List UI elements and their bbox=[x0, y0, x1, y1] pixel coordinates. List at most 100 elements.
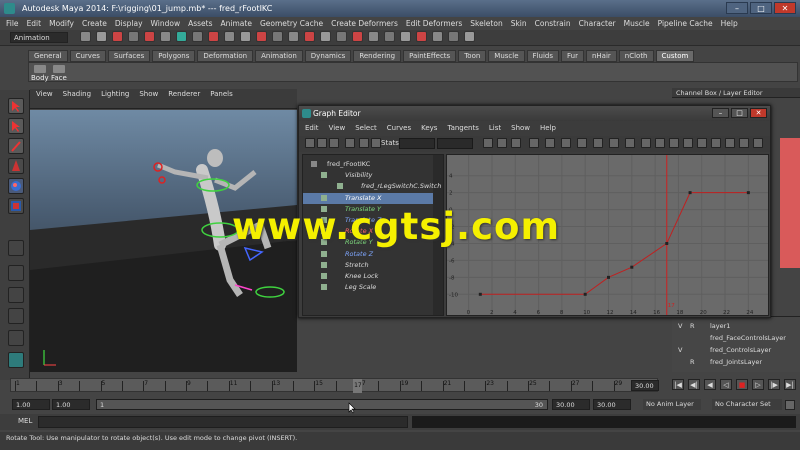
status-tool-19-icon[interactable] bbox=[368, 31, 379, 42]
menu-edit-deformers[interactable]: Edit Deformers bbox=[406, 19, 462, 30]
ge-tool-12-icon[interactable] bbox=[561, 138, 571, 148]
ge-menu-tangents[interactable]: Tangents bbox=[447, 124, 478, 132]
ge-tool-10-icon[interactable] bbox=[529, 138, 539, 148]
ge-tool-5-icon[interactable] bbox=[359, 138, 369, 148]
ge-tool-14-icon[interactable] bbox=[593, 138, 603, 148]
menu-assets[interactable]: Assets bbox=[188, 19, 212, 30]
shelf-tab-surfaces[interactable]: Surfaces bbox=[107, 50, 151, 62]
start-time-field[interactable]: 1.00 bbox=[12, 399, 50, 410]
keyframe-point[interactable] bbox=[478, 292, 482, 296]
keyframe-point[interactable] bbox=[688, 191, 692, 195]
graph-editor-titlebar[interactable]: Graph Editor – □ ✕ bbox=[299, 106, 770, 121]
ge-tool-2-icon[interactable] bbox=[317, 138, 327, 148]
outliner-item[interactable]: Visibility bbox=[303, 170, 433, 181]
status-tool-4-icon[interactable] bbox=[128, 31, 139, 42]
shelf-item-face[interactable]: Face bbox=[51, 65, 67, 82]
layer-row[interactable]: Vfred_ControlsLayer bbox=[672, 345, 800, 356]
viewport-menu-shading[interactable]: Shading bbox=[63, 90, 91, 98]
shelf-tab-custom[interactable]: Custom bbox=[655, 50, 695, 62]
layout-graph-icon[interactable] bbox=[8, 352, 24, 368]
keyframe-point[interactable] bbox=[746, 191, 750, 195]
outliner-item[interactable]: fred_rLegSwitchC.Switch bbox=[303, 181, 441, 192]
menu-display[interactable]: Display bbox=[115, 19, 143, 30]
status-tool-16-icon[interactable] bbox=[320, 31, 331, 42]
status-tool-3-icon[interactable] bbox=[112, 31, 123, 42]
ge-tool-6-icon[interactable] bbox=[371, 138, 381, 148]
layer-row[interactable]: Rfred_JointsLayer bbox=[672, 357, 800, 368]
menu-edit[interactable]: Edit bbox=[27, 19, 42, 30]
go-end-button[interactable]: ▶| bbox=[784, 379, 796, 390]
shelf-tab-fur[interactable]: Fur bbox=[560, 50, 584, 62]
ge-tool-15-icon[interactable] bbox=[609, 138, 619, 148]
menu-skeleton[interactable]: Skeleton bbox=[470, 19, 502, 30]
scale-tool-icon[interactable] bbox=[8, 198, 24, 214]
rotate-tool-icon[interactable] bbox=[8, 178, 24, 194]
viewport-menu-show[interactable]: Show bbox=[139, 90, 158, 98]
ge-tool-7-icon[interactable] bbox=[483, 138, 493, 148]
ge-minimize-button[interactable]: – bbox=[712, 108, 729, 118]
layer-visibility-toggle[interactable]: V bbox=[678, 346, 682, 354]
status-tool-18-icon[interactable] bbox=[352, 31, 363, 42]
layer-visibility-toggle[interactable]: V bbox=[678, 322, 682, 330]
close-button[interactable]: ✕ bbox=[774, 2, 796, 14]
menu-create-deformers[interactable]: Create Deformers bbox=[331, 19, 398, 30]
ge-tool-3-icon[interactable] bbox=[329, 138, 339, 148]
status-tool-12-icon[interactable] bbox=[256, 31, 267, 42]
ge-menu-help[interactable]: Help bbox=[540, 124, 556, 132]
outliner-item[interactable]: fred_rFootIKC bbox=[303, 159, 433, 170]
play-back-button[interactable]: ◁ bbox=[720, 379, 732, 390]
outliner-item[interactable]: Leg Scale bbox=[303, 282, 433, 293]
step-back-button[interactable]: ◀ bbox=[704, 379, 716, 390]
status-tool-5-icon[interactable] bbox=[144, 31, 155, 42]
shelf-tab-deformation[interactable]: Deformation bbox=[197, 50, 254, 62]
status-tool-8-icon[interactable] bbox=[192, 31, 203, 42]
ge-maximize-button[interactable]: □ bbox=[731, 108, 748, 118]
ge-menu-view[interactable]: View bbox=[329, 124, 346, 132]
anim-layer-menu[interactable]: No Anim Layer bbox=[643, 399, 701, 410]
ge-menu-curves[interactable]: Curves bbox=[387, 124, 411, 132]
playback-start-field[interactable]: 1.00 bbox=[52, 399, 90, 410]
ge-menu-edit[interactable]: Edit bbox=[305, 124, 319, 132]
ge-tool-17-icon[interactable] bbox=[641, 138, 651, 148]
menu-constrain[interactable]: Constrain bbox=[535, 19, 571, 30]
ge-menu-keys[interactable]: Keys bbox=[421, 124, 437, 132]
shelf-tab-general[interactable]: General bbox=[28, 50, 68, 62]
layer-editor[interactable]: V Rlayer1 fred_FaceControlsLayer Vfred_Cont… bbox=[672, 316, 800, 372]
status-tool-11-icon[interactable] bbox=[240, 31, 251, 42]
ge-menu-select[interactable]: Select bbox=[355, 124, 377, 132]
viewport-menu-view[interactable]: View bbox=[36, 90, 53, 98]
go-start-button[interactable]: |◀ bbox=[672, 379, 684, 390]
layer-reference-toggle[interactable]: R bbox=[690, 358, 695, 366]
anim-prefs-icon[interactable] bbox=[785, 400, 795, 410]
menu-modify[interactable]: Modify bbox=[49, 19, 74, 30]
shelf-tab-toon[interactable]: Toon bbox=[458, 50, 487, 62]
keyframe-point[interactable] bbox=[665, 241, 669, 245]
shelf-tab-ncloth[interactable]: nCloth bbox=[618, 50, 654, 62]
status-tool-23-icon[interactable] bbox=[432, 31, 443, 42]
select-tool-icon[interactable] bbox=[8, 98, 24, 114]
viewport-menu-renderer[interactable]: Renderer bbox=[168, 90, 200, 98]
layout-single-icon[interactable] bbox=[8, 240, 24, 256]
ge-tool-24-icon[interactable] bbox=[739, 138, 749, 148]
shelf-tab-muscle[interactable]: Muscle bbox=[488, 50, 525, 62]
ge-tool-22-icon[interactable] bbox=[711, 138, 721, 148]
status-tool-14-icon[interactable] bbox=[288, 31, 299, 42]
status-tool-2-icon[interactable] bbox=[96, 31, 107, 42]
step-forward-key-button[interactable]: |▶ bbox=[768, 379, 780, 390]
shelf-tab-painteffects[interactable]: PaintEffects bbox=[403, 50, 457, 62]
menu-geometry-cache[interactable]: Geometry Cache bbox=[260, 19, 323, 30]
stats-field-value[interactable] bbox=[437, 138, 473, 149]
ge-tool-18-icon[interactable] bbox=[655, 138, 665, 148]
outliner-item[interactable]: Knee Lock bbox=[303, 271, 433, 282]
status-tool-9-icon[interactable] bbox=[208, 31, 219, 42]
ge-menu-list[interactable]: List bbox=[489, 124, 501, 132]
ge-tool-11-icon[interactable] bbox=[545, 138, 555, 148]
stats-field-time[interactable] bbox=[399, 138, 435, 149]
status-tool-21-icon[interactable] bbox=[400, 31, 411, 42]
stop-button[interactable]: ■ bbox=[736, 379, 748, 390]
ge-tool-9-icon[interactable] bbox=[511, 138, 521, 148]
keyframe-point[interactable] bbox=[607, 275, 610, 279]
menu-create[interactable]: Create bbox=[82, 19, 107, 30]
outliner-item[interactable]: Stretch bbox=[303, 260, 433, 271]
time-slider[interactable]: 135791113151719212325272917 bbox=[10, 378, 658, 393]
